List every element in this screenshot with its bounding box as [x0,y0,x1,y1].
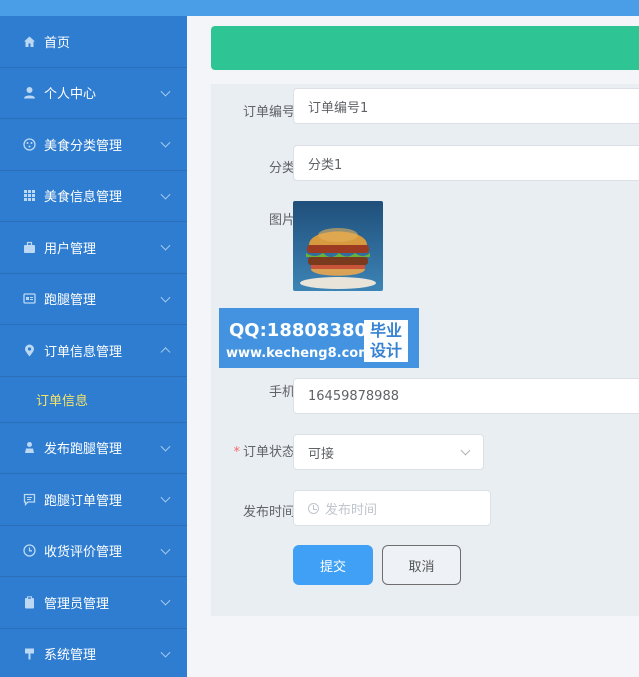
sidebar-item-personal-center[interactable]: 个人中心 [0,68,187,119]
category-field[interactable]: 分类1 [293,145,639,181]
clock-icon [308,502,319,514]
sidebar-item-label: 个人中心 [44,87,97,103]
chevron-down-icon [160,441,171,452]
chevron-down-icon [160,240,171,251]
status-value: 可接 [308,446,335,462]
status-label: * 订单状态 [233,441,295,460]
order-no-field[interactable]: 订单编号1 [293,88,639,124]
chevron-up-icon [160,347,171,358]
sidebar-item-admin-management[interactable]: 管理员管理 [0,577,187,629]
top-bar [0,0,639,16]
clipboard-icon [22,595,36,609]
chevron-down-icon [460,445,471,456]
chevron-down-icon [160,544,171,555]
watermark-qq: QQ:188083800 [229,320,380,341]
header-banner [211,26,639,70]
person-icon [22,441,36,455]
sidebar-item-system-management[interactable]: 系统管理 [0,629,187,677]
sidebar-subitem-order-info[interactable]: 订单信息 [0,377,187,423]
sidebar-item-label: 美食分类管理 [44,138,123,154]
image-label: 图片 [268,213,295,228]
sidebar-item-user-management[interactable]: 用户管理 [0,222,187,274]
pin-icon [22,647,36,661]
chevron-down-icon [160,86,171,97]
category-label: 分类 [268,161,295,176]
required-mark: * [233,445,240,460]
cancel-button[interactable]: 取消 [382,545,461,585]
briefcase-icon [22,240,36,254]
phone-value: 16459878988 [308,388,399,404]
sidebar-item-label: 美食信息管理 [44,190,123,206]
sidebar-item-label: 用户管理 [44,241,97,257]
card-icon [22,292,36,306]
grid-icon [22,189,36,203]
order-no-value: 订单编号1 [308,100,369,116]
clock-icon [22,544,36,558]
sidebar-item-label: 发布跑腿管理 [44,442,123,458]
phone-label: 手机 [268,385,295,400]
sidebar-item-errand-management[interactable]: 跑腿管理 [0,274,187,325]
order-no-label: 订单编号 [242,105,295,120]
sidebar-item-label: 跑腿订单管理 [44,493,123,509]
location-icon [22,343,36,357]
sidebar-item-food-info[interactable]: 美食信息管理 [0,171,187,222]
sidebar-item-label: 系统管理 [44,648,97,664]
sidebar-item-label: 管理员管理 [44,596,110,612]
home-icon [22,34,36,48]
sidebar-item-label: 跑腿管理 [44,293,97,309]
burger-image [293,201,383,291]
submit-button[interactable]: 提交 [293,545,373,585]
sidebar-item-publish-errand[interactable]: 发布跑腿管理 [0,423,187,474]
watermark-badge: 毕业 设计 [364,320,408,362]
phone-field[interactable]: 16459878988 [293,378,639,414]
sidebar-item-food-category[interactable]: 美食分类管理 [0,119,187,171]
chevron-down-icon [160,137,171,148]
chevron-down-icon [160,595,171,606]
chevron-down-icon [160,189,171,200]
sidebar-item-delivery-review[interactable]: 收货评价管理 [0,526,187,577]
sidebar-item-errand-orders[interactable]: 跑腿订单管理 [0,474,187,526]
category-icon [22,137,36,151]
watermark-url: www.kecheng8.com [226,346,372,361]
status-select[interactable]: 可接 [293,434,484,470]
food-image[interactable] [293,201,383,291]
category-value: 分类1 [308,157,343,173]
sidebar: 首页 个人中心 美食分类管理 美食信息管理 用户管理 跑腿管理 订单信息管理 订… [0,16,187,677]
watermark-badge-line1: 毕业 [369,321,402,340]
user-icon [22,86,36,100]
chevron-down-icon [160,292,171,303]
publish-time-picker[interactable]: 发布时间 [293,490,491,526]
chevron-down-icon [160,492,171,503]
sidebar-item-home[interactable]: 首页 [0,16,187,68]
watermark: QQ:188083800 www.kecheng8.com 毕业 设计 [219,308,419,368]
sidebar-item-label: 订单信息管理 [44,344,123,360]
sidebar-item-label: 收货评价管理 [44,545,123,561]
sidebar-item-label: 首页 [44,35,71,51]
publish-time-placeholder: 发布时间 [325,502,378,518]
publish-time-label: 发布时间 [242,505,295,520]
watermark-badge-line2: 设计 [369,341,402,360]
chevron-down-icon [160,647,171,658]
chat-icon [22,492,36,506]
sidebar-item-order-info[interactable]: 订单信息管理 [0,325,187,377]
status-label-text: 订单状态 [242,445,295,460]
